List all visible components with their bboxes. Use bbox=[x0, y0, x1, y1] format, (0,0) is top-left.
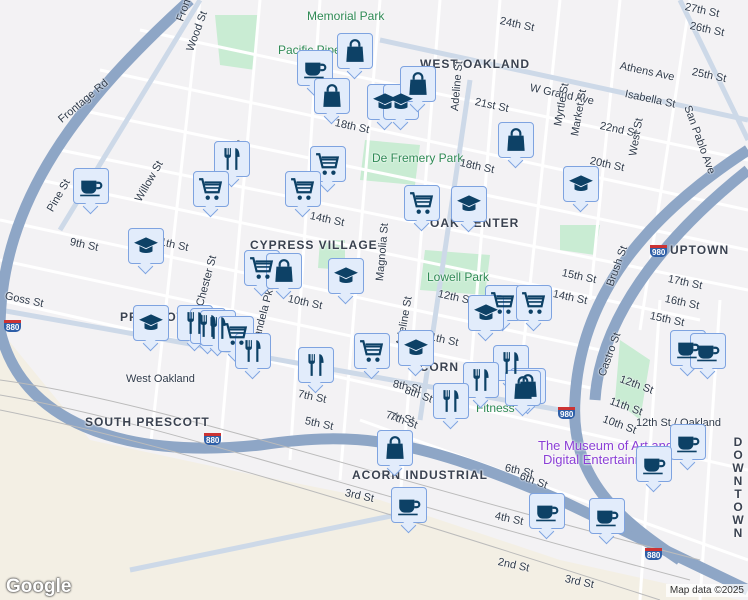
graduation-cap-icon bbox=[139, 314, 163, 331]
restaurant-marker[interactable] bbox=[214, 141, 250, 177]
shopping-cart-icon bbox=[316, 153, 340, 175]
graduation-cap-marker[interactable] bbox=[563, 166, 599, 202]
google-logo: Google bbox=[6, 576, 72, 597]
shopping-bag-icon bbox=[514, 376, 532, 399]
highway-shield: 880 bbox=[645, 548, 663, 560]
graduation-cap-marker[interactable] bbox=[128, 228, 164, 264]
highway-shield: 880 bbox=[4, 320, 22, 332]
area-label: DOWNTOWN bbox=[732, 435, 744, 540]
highway-shield: 880 bbox=[204, 433, 222, 445]
restaurant-icon bbox=[443, 390, 459, 412]
graduation-cap-icon bbox=[134, 237, 158, 254]
shopping-cart-icon bbox=[410, 192, 434, 214]
shopping-bag-marker[interactable] bbox=[505, 370, 541, 406]
graduation-cap-marker[interactable] bbox=[328, 258, 364, 294]
transit-label: West Oakland bbox=[126, 373, 195, 385]
park-label: De Fremery Park bbox=[372, 151, 464, 165]
coffee-marker[interactable] bbox=[73, 168, 109, 204]
coffee-icon bbox=[398, 499, 421, 516]
graduation-cap-icon bbox=[334, 267, 358, 284]
shopping-cart-icon bbox=[199, 178, 223, 200]
coffee-icon bbox=[643, 458, 666, 475]
area-label: SOUTH PRESCOTT bbox=[85, 415, 210, 429]
coffee-marker[interactable] bbox=[589, 498, 625, 534]
highway-shield: 980 bbox=[558, 407, 576, 419]
coffee-marker[interactable] bbox=[636, 446, 672, 482]
shopping-bag-icon bbox=[409, 72, 427, 95]
coffee-marker[interactable] bbox=[529, 493, 565, 529]
graduation-cap-marker[interactable] bbox=[133, 305, 169, 341]
shopping-cart-icon bbox=[360, 340, 384, 362]
area-label: WEST OAKLAND bbox=[420, 57, 530, 71]
shopping-bag-marker[interactable] bbox=[400, 66, 436, 102]
graduation-cap-icon bbox=[404, 339, 428, 356]
graduation-cap-marker[interactable] bbox=[451, 186, 487, 222]
restaurant-marker[interactable] bbox=[235, 333, 271, 369]
graduation-cap-icon bbox=[569, 175, 593, 192]
park-label: Memorial Park bbox=[307, 9, 385, 23]
shopping-cart-marker[interactable] bbox=[193, 171, 229, 207]
shopping-bag-icon bbox=[386, 436, 404, 459]
restaurant-icon bbox=[473, 369, 489, 391]
coffee-marker[interactable] bbox=[690, 333, 726, 369]
shopping-cart-icon bbox=[522, 292, 546, 314]
restaurant-marker[interactable] bbox=[298, 347, 334, 383]
shopping-cart-marker[interactable] bbox=[354, 333, 390, 369]
park-label: Lowell Park bbox=[427, 270, 490, 284]
coffee-marker[interactable] bbox=[297, 50, 333, 86]
highway-shield: 980 bbox=[650, 245, 668, 257]
shopping-bag-marker[interactable] bbox=[266, 253, 302, 289]
shopping-cart-icon bbox=[291, 178, 315, 200]
coffee-icon bbox=[304, 62, 327, 79]
shopping-cart-marker[interactable] bbox=[404, 185, 440, 221]
map-data-attribution[interactable]: Map data ©2025 bbox=[665, 584, 748, 597]
graduation-cap-marker[interactable] bbox=[468, 295, 504, 331]
coffee-marker[interactable] bbox=[391, 487, 427, 523]
shopping-bag-icon bbox=[346, 39, 364, 62]
graduation-cap-icon bbox=[457, 195, 481, 212]
shopping-bag-icon bbox=[507, 128, 525, 151]
area-label: UPTOWN bbox=[670, 243, 730, 257]
shopping-cart-marker[interactable] bbox=[516, 285, 552, 321]
coffee-icon bbox=[596, 510, 619, 527]
graduation-cap-marker[interactable] bbox=[398, 330, 434, 366]
restaurant-icon bbox=[308, 354, 324, 376]
shopping-bag-marker[interactable] bbox=[314, 78, 350, 114]
shopping-bag-icon bbox=[323, 84, 341, 107]
coffee-marker[interactable] bbox=[670, 424, 706, 460]
shopping-bag-icon bbox=[275, 259, 293, 282]
graduation-cap-icon bbox=[474, 304, 498, 321]
area-label: ACORN INDUSTRIAL bbox=[352, 468, 488, 482]
restaurant-icon bbox=[224, 148, 240, 170]
coffee-icon bbox=[677, 436, 700, 453]
shopping-bag-marker[interactable] bbox=[377, 430, 413, 466]
restaurant-marker[interactable] bbox=[433, 383, 469, 419]
shopping-bag-marker[interactable] bbox=[498, 122, 534, 158]
restaurant-marker[interactable] bbox=[463, 362, 499, 398]
coffee-icon bbox=[80, 180, 103, 197]
shopping-cart-marker[interactable] bbox=[285, 171, 321, 207]
coffee-icon bbox=[536, 505, 559, 522]
coffee-icon bbox=[697, 345, 720, 362]
shopping-bag-marker[interactable] bbox=[337, 33, 373, 69]
restaurant-icon bbox=[245, 340, 261, 362]
